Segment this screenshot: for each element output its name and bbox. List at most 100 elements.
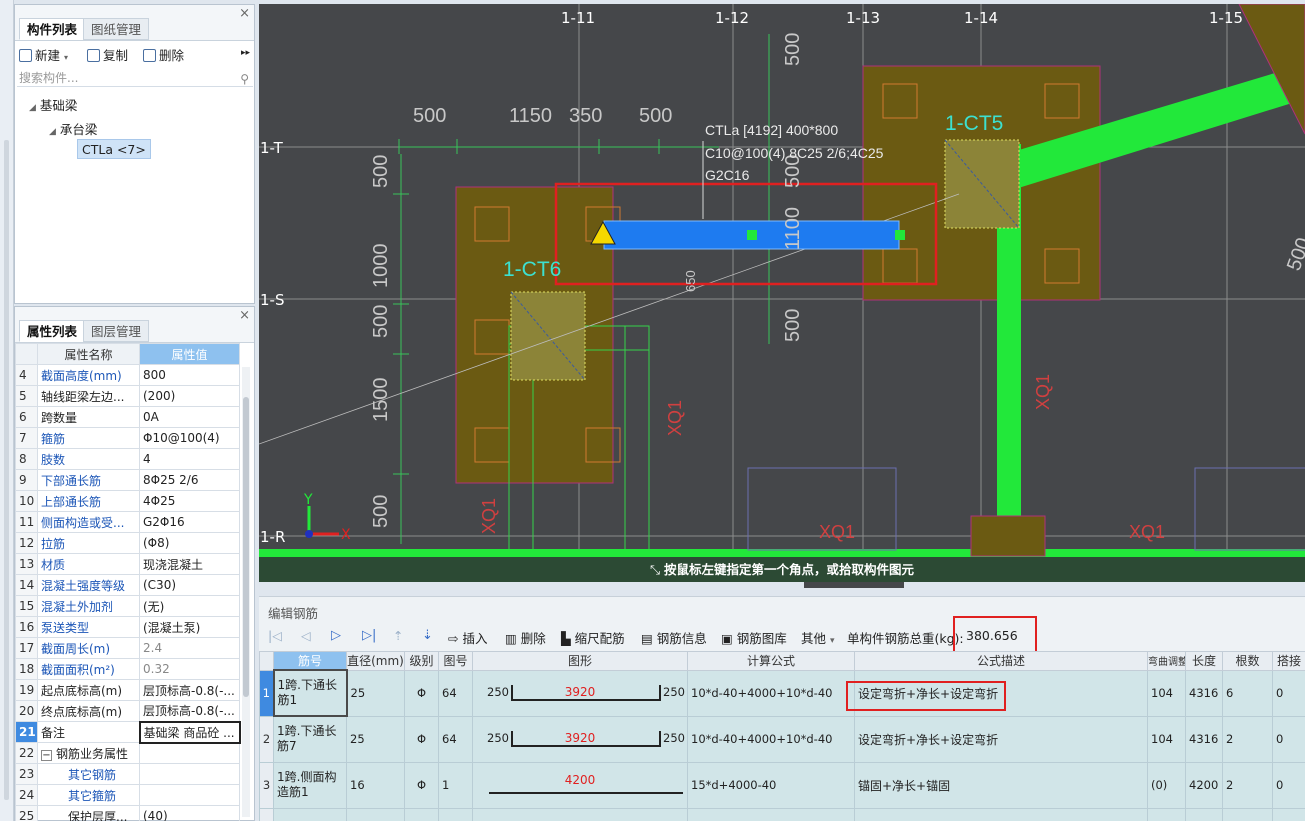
expand-arrow-icon[interactable]: ◢ (29, 103, 36, 113)
search-icon[interactable]: ⚲ (240, 70, 249, 88)
move-down-icon[interactable]: ⇣ (422, 628, 433, 643)
bar-lap[interactable]: 0 (1272, 761, 1305, 809)
property-row[interactable]: 16 泵送类型 (混凝土泵) (15, 616, 240, 638)
property-row[interactable]: 14 混凝土强度等级 (C30) (15, 574, 240, 596)
expand-arrow-icon[interactable]: ◢ (49, 127, 56, 137)
property-row[interactable]: 24 其它箍筋 (15, 784, 240, 806)
bar-length[interactable]: 4316 (1185, 715, 1223, 763)
rebar-shape[interactable]: 4200 (474, 763, 687, 807)
bar-count[interactable] (1222, 807, 1273, 821)
property-row[interactable]: 25 保护层厚... (40) (15, 805, 240, 821)
bar-shape-cell[interactable]: 4200 (472, 761, 688, 809)
rebar-shape[interactable]: 250 3920 250 (474, 717, 687, 761)
property-row[interactable]: 9 下部通长筋 8Φ25 2/6 (15, 469, 240, 491)
beam-grip-end[interactable] (895, 230, 905, 240)
tree-node-foundation-beam[interactable]: ◢ 基础梁 (29, 95, 77, 114)
bar-length[interactable]: 4316 (1185, 669, 1223, 717)
property-value[interactable]: G2Φ16 (139, 511, 240, 533)
bar-grade[interactable] (404, 807, 439, 821)
bar-shape-cell[interactable]: 250 3920 250 (472, 715, 688, 763)
property-row[interactable]: 19 起点底标高(m) 层顶标高-0.8(-... (15, 679, 240, 701)
row-index[interactable]: 3 (259, 761, 274, 809)
property-row[interactable]: 10 上部通长筋 4Φ25 (15, 490, 240, 512)
property-value[interactable]: 4Φ25 (139, 490, 240, 512)
property-value[interactable]: Φ10@100(4) (139, 427, 240, 449)
rebar-info-button[interactable]: ▤ 钢筋信息 (641, 628, 707, 647)
tab-component-list[interactable]: 构件列表 (19, 18, 86, 40)
property-row[interactable]: 6 跨数量 0A (15, 406, 240, 428)
bar-bend-adjust[interactable]: (0) (1147, 761, 1186, 809)
bar-formula-desc[interactable] (854, 807, 1148, 821)
property-value[interactable]: 2.4 (139, 637, 240, 659)
bar-figure-no[interactable] (438, 807, 473, 821)
property-value[interactable]: (Φ8) (139, 532, 240, 554)
bar-diameter[interactable]: 25 (346, 715, 405, 763)
insert-button[interactable]: ⇨ 插入 (448, 628, 487, 647)
bar-figure-no[interactable]: 64 (438, 669, 473, 717)
property-row[interactable]: 4 截面高度(mm) 800 (15, 364, 240, 386)
delete-rebar-button[interactable]: ▥ 删除 (505, 628, 546, 647)
pile-cap-bottom[interactable] (970, 515, 1046, 557)
property-value[interactable]: 基础梁 商品砼 ... (138, 720, 241, 744)
scrollbar-thumb[interactable] (243, 397, 249, 697)
copy-button[interactable]: 复制 (87, 45, 128, 64)
bar-name[interactable]: 1跨.下通长筋1 (272, 669, 348, 717)
property-value[interactable]: (40) (139, 805, 240, 821)
bar-formula[interactable]: 10*d-40+4000+10*d-40 (687, 715, 855, 763)
property-row[interactable]: 8 肢数 4 (15, 448, 240, 470)
bar-diameter[interactable]: 16 (346, 761, 405, 809)
property-value[interactable] (139, 742, 240, 764)
bar-formula[interactable]: 15*d+4000-40 (687, 761, 855, 809)
rebar-row[interactable]: 3 1跨.侧面构造筋1 16 Φ 1 4200 15*d+4000-40 锚固+净长+锚固… (259, 761, 1305, 809)
collapse-icon[interactable]: − (41, 749, 52, 761)
property-value[interactable]: 4 (139, 448, 240, 470)
property-value[interactable]: (C30) (139, 574, 240, 596)
chevron-down-icon[interactable]: ▾ (64, 53, 68, 62)
more-icon[interactable]: ▸▸ (241, 48, 250, 58)
bar-lap[interactable]: 0 (1272, 715, 1305, 763)
property-value[interactable]: 0.32 (139, 658, 240, 680)
bar-formula-desc[interactable]: 设定弯折+净长+设定弯折 (854, 669, 1148, 717)
row-index[interactable]: 1 (259, 669, 274, 717)
bar-grade[interactable]: Φ (404, 715, 439, 763)
rebar-shape[interactable] (474, 809, 687, 821)
bar-name[interactable]: 1跨.下通长筋7 (273, 715, 347, 763)
property-value[interactable]: 层顶标高-0.8(-... (139, 700, 240, 722)
close-icon[interactable]: × (239, 6, 250, 21)
property-value[interactable]: 现浇混凝土 (139, 553, 240, 575)
last-record-icon[interactable]: ▷| (362, 628, 376, 643)
bar-formula[interactable]: 10*d-40+4000+10*d-40 (687, 669, 855, 717)
property-row[interactable]: 22− 钢筋业务属性 (15, 742, 240, 764)
property-scrollbar[interactable] (242, 367, 250, 817)
bar-diameter[interactable]: 25 (346, 669, 405, 717)
property-value[interactable]: 0A (139, 406, 240, 428)
bar-name[interactable]: 1跨.侧面构造筋1 (273, 761, 347, 809)
property-value[interactable] (139, 763, 240, 785)
move-up-icon[interactable]: ⇡ (393, 628, 403, 643)
rebar-row[interactable]: 2 1跨.下通长筋7 25 Φ 64 250 3920 250 10*d-40+4000+… (259, 715, 1305, 763)
delete-button[interactable]: 删除 (143, 45, 184, 64)
prev-record-icon[interactable]: ◁ (301, 628, 311, 643)
tree-node-cap-beam[interactable]: ◢ 承台梁 (49, 119, 97, 138)
bar-length[interactable] (1185, 807, 1223, 821)
property-value[interactable]: 800 (139, 364, 240, 386)
property-row[interactable]: 7 箍筋 Φ10@100(4) (15, 427, 240, 449)
beam-grip-mid[interactable] (747, 230, 757, 240)
other-menu[interactable]: 其他 ▾ (801, 628, 835, 647)
bar-shape-cell[interactable] (472, 807, 688, 821)
property-value[interactable]: 层顶标高-0.8(-... (139, 679, 240, 701)
tab-property-list[interactable]: 属性列表 (19, 320, 86, 342)
property-row[interactable]: 23 其它钢筋 (15, 763, 240, 785)
scale-rebar-button[interactable]: ▙ 缩尺配筋 (561, 628, 625, 647)
property-row[interactable]: 11 侧面构造或受... G2Φ16 (15, 511, 240, 533)
rebar-shape[interactable]: 250 3920 250 (474, 671, 687, 715)
bar-name[interactable]: 1跨.上通长 (273, 807, 347, 821)
bar-count[interactable]: 6 (1222, 669, 1273, 717)
search-input[interactable]: 搜索构件... ⚲ (17, 69, 253, 87)
cad-tab-handle[interactable] (804, 582, 904, 588)
first-record-icon[interactable]: |◁ (268, 628, 282, 643)
bar-formula-desc[interactable]: 设定弯折+净长+设定弯折 (854, 715, 1148, 763)
close-icon[interactable]: × (239, 308, 250, 323)
bar-bend-adjust[interactable]: 104 (1147, 715, 1186, 763)
property-row[interactable]: 15 混凝土外加剂 (无) (15, 595, 240, 617)
